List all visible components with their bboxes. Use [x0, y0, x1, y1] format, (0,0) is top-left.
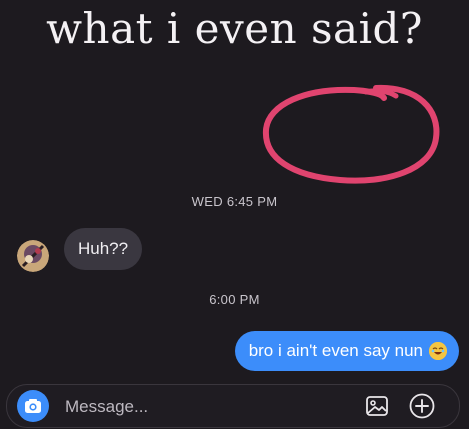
timestamp-wed: WED 6:45 PM — [191, 194, 278, 209]
outgoing-message-bubble[interactable]: bro i ain't even say nun — [234, 331, 459, 371]
gallery-icon — [366, 396, 388, 416]
outgoing-message-text: bro i ain't even say nun — [248, 341, 423, 360]
emoji-icon — [429, 342, 447, 360]
red-circle-scribble — [262, 84, 440, 184]
gallery-button[interactable] — [365, 394, 389, 418]
avatar[interactable] — [17, 240, 49, 272]
incoming-message-bubble[interactable]: Huh?? — [64, 228, 143, 270]
camera-button[interactable] — [17, 390, 49, 422]
message-composer — [6, 384, 460, 429]
meme-caption: what i even said? — [46, 4, 423, 53]
timestamp-time: 6:00 PM — [209, 292, 260, 307]
plus-icon — [409, 393, 435, 419]
camera-icon — [25, 399, 41, 413]
add-button[interactable] — [409, 393, 435, 419]
message-input[interactable] — [63, 385, 347, 429]
